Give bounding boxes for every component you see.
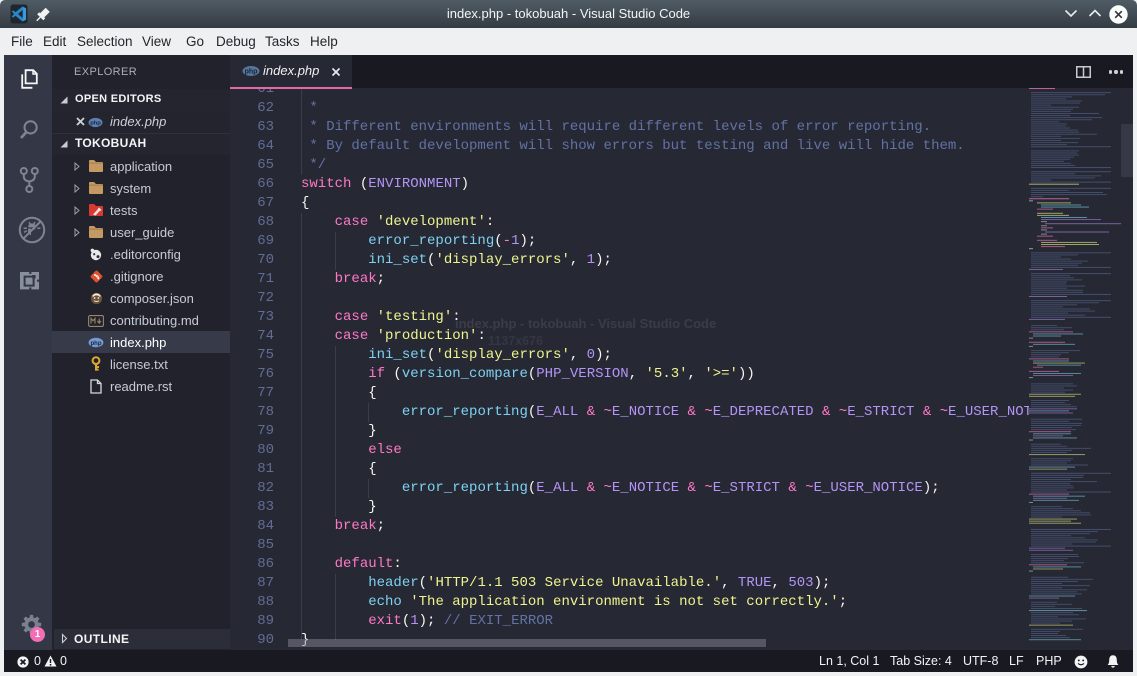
svg-text:php: php xyxy=(245,69,258,76)
svg-text:php: php xyxy=(91,340,102,346)
svg-text:php: php xyxy=(90,120,101,126)
